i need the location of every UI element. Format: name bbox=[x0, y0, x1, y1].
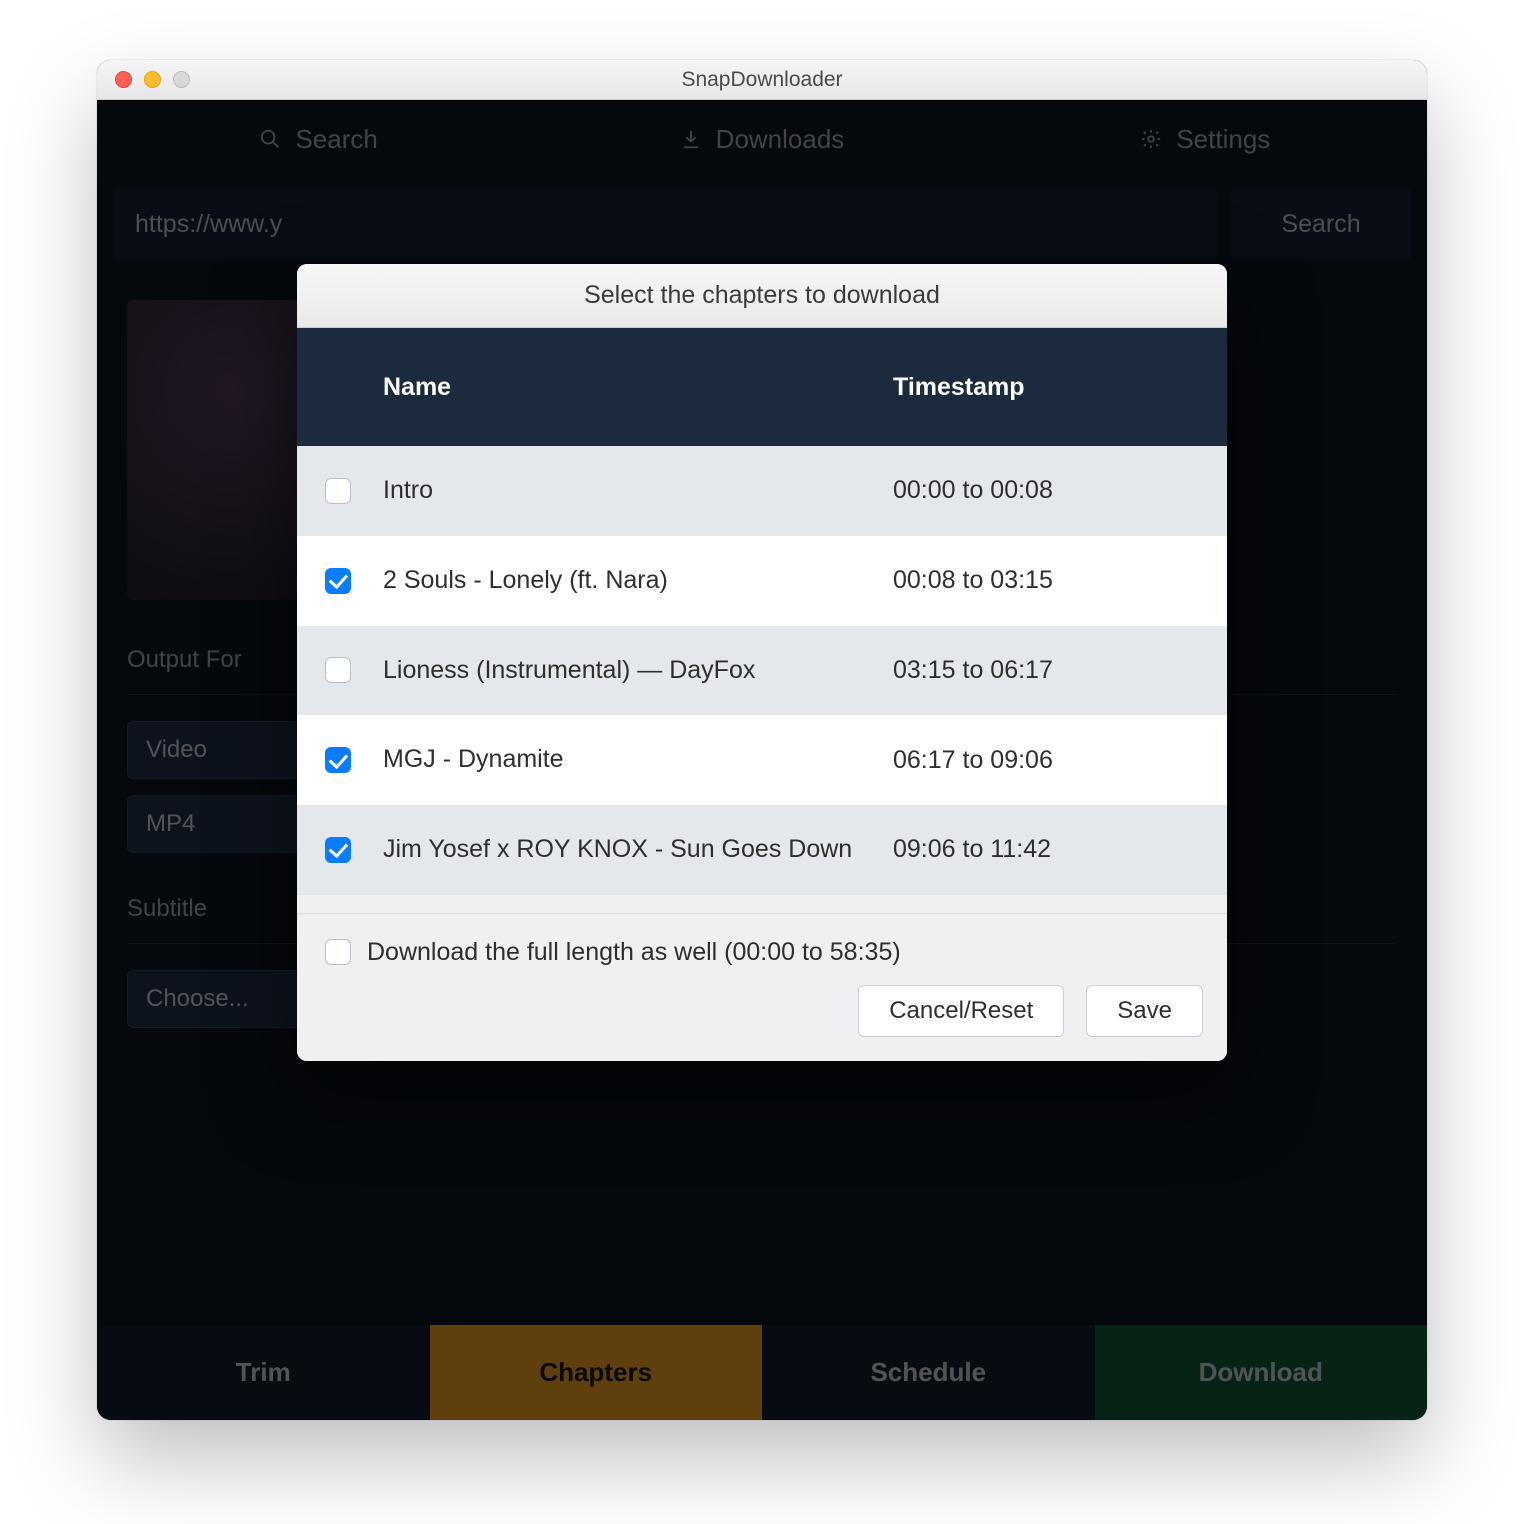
chapter-checkbox[interactable] bbox=[325, 837, 351, 863]
chapter-name: 2 Souls - Lonely (ft. Nara) bbox=[383, 564, 893, 598]
full-length-label: Download the full length as well (00:00 … bbox=[367, 938, 901, 967]
chapter-row[interactable]: MGJ - Dynamite06:17 to 09:06 bbox=[297, 715, 1227, 805]
modal-footer: Download the full length as well (00:00 … bbox=[297, 913, 1227, 1061]
chapters-modal: Select the chapters to download Name Tim… bbox=[297, 264, 1227, 1061]
chapter-timestamp: 00:08 to 03:15 bbox=[893, 566, 1193, 595]
chapter-timestamp: 03:15 to 06:17 bbox=[893, 656, 1193, 685]
app-window: SnapDownloader Search Downloads bbox=[97, 60, 1427, 1420]
save-button[interactable]: Save bbox=[1086, 985, 1203, 1037]
chapter-timestamp: 00:00 to 00:08 bbox=[893, 476, 1193, 505]
chapter-checkbox[interactable] bbox=[325, 478, 351, 504]
col-timestamp-header: Timestamp bbox=[893, 373, 1193, 402]
col-name-header: Name bbox=[383, 373, 893, 402]
chapter-timestamp: 09:06 to 11:42 bbox=[893, 835, 1193, 864]
chapter-checkbox[interactable] bbox=[325, 747, 351, 773]
chapter-checkbox[interactable] bbox=[325, 568, 351, 594]
cancel-button[interactable]: Cancel/Reset bbox=[858, 985, 1064, 1037]
chapter-row[interactable]: 2 Souls - Lonely (ft. Nara)00:08 to 03:1… bbox=[297, 536, 1227, 626]
chapter-checkbox[interactable] bbox=[325, 657, 351, 683]
modal-title: Select the chapters to download bbox=[297, 264, 1227, 328]
chapters-table-header: Name Timestamp bbox=[297, 328, 1227, 446]
minimize-window-icon[interactable] bbox=[144, 71, 161, 88]
titlebar: SnapDownloader bbox=[97, 60, 1427, 100]
chapter-row[interactable]: Lioness (Instrumental) — DayFox03:15 to … bbox=[297, 626, 1227, 716]
traffic-lights bbox=[97, 71, 190, 88]
chapter-name: Intro bbox=[383, 474, 893, 508]
chapter-row[interactable]: Intro00:00 to 00:08 bbox=[297, 446, 1227, 536]
app-body: Search Downloads Settings Search bbox=[97, 100, 1427, 1420]
full-length-checkbox[interactable] bbox=[325, 939, 351, 965]
chapter-name: Jim Yosef x ROY KNOX - Sun Goes Down bbox=[383, 833, 893, 867]
chapter-name: MGJ - Dynamite bbox=[383, 743, 893, 777]
close-window-icon[interactable] bbox=[115, 71, 132, 88]
window-title: SnapDownloader bbox=[97, 68, 1427, 92]
chapter-row[interactable]: Jim Yosef x ROY KNOX - Sun Goes Down09:0… bbox=[297, 805, 1227, 895]
chapter-timestamp: 06:17 to 09:06 bbox=[893, 746, 1193, 775]
chapters-rows: Intro00:00 to 00:082 Souls - Lonely (ft.… bbox=[297, 446, 1227, 895]
chapter-name: Lioness (Instrumental) — DayFox bbox=[383, 654, 893, 688]
zoom-window-icon[interactable] bbox=[173, 71, 190, 88]
